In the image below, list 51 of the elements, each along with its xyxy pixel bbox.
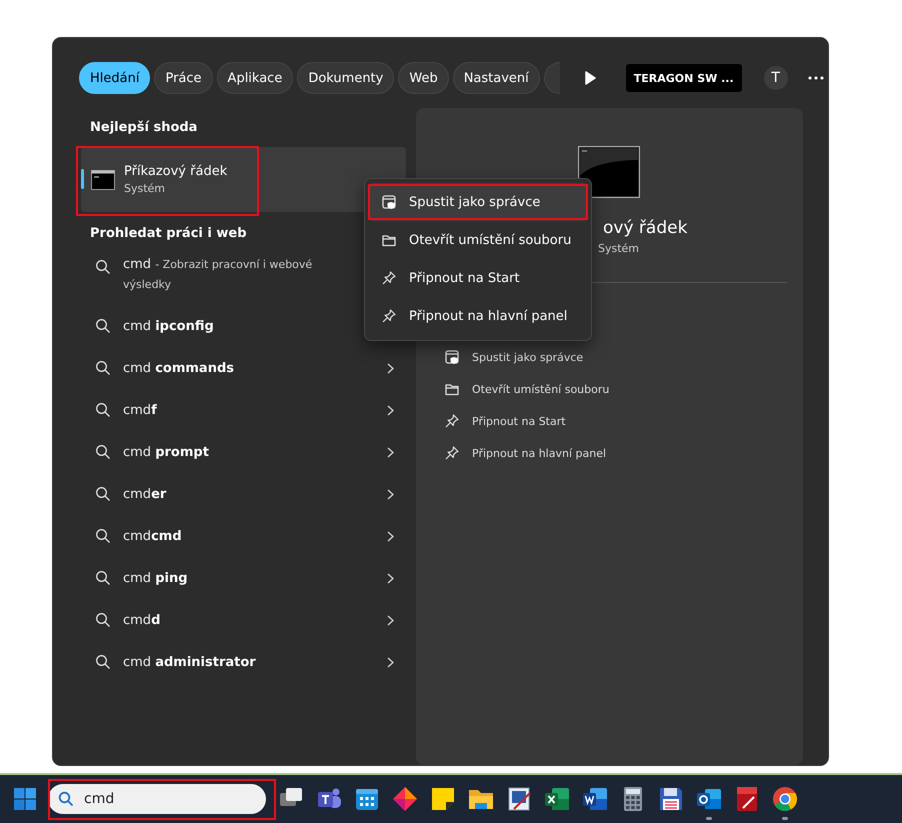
- search-icon: [95, 654, 111, 670]
- search-icon: [95, 444, 111, 460]
- search-icon: [95, 318, 111, 334]
- menu-item[interactable]: Připnout na hlavní panel: [369, 297, 587, 335]
- search-suggestion[interactable]: cmdcmd: [53, 515, 416, 557]
- action-item[interactable]: Připnout na Start: [416, 405, 803, 437]
- action-item[interactable]: Připnout na hlavní panel: [416, 437, 803, 469]
- search-icon: [95, 612, 111, 628]
- menu-item[interactable]: Otevřít umístění souboru: [369, 221, 587, 259]
- tab[interactable]: Práce: [154, 62, 213, 94]
- search-icon: [95, 486, 111, 502]
- action-item[interactable]: Spustit jako správce: [416, 341, 803, 373]
- search-icon: [58, 791, 74, 807]
- search-suggestion[interactable]: cmdd: [53, 599, 416, 641]
- search-icon: [95, 259, 111, 275]
- pin-icon: [444, 445, 460, 461]
- search-suggestion[interactable]: cmd administrator: [53, 641, 416, 683]
- search-suggestion[interactable]: cmd prompt: [53, 431, 416, 473]
- account-button[interactable]: TERAGON SW ...: [626, 64, 742, 92]
- tab[interactable]: Nastavení: [452, 62, 540, 94]
- pin-icon: [381, 270, 397, 286]
- terminal-icon: [91, 170, 115, 190]
- tab[interactable]: Hledání: [79, 62, 150, 94]
- search-icon: [95, 360, 111, 376]
- search-suggestion[interactable]: cmdf: [53, 389, 416, 431]
- best-match-item[interactable]: Příkazový řádek Systém: [81, 147, 406, 212]
- search-icon: [95, 528, 111, 544]
- pin-icon: [381, 308, 397, 324]
- shield-window-icon: [381, 194, 397, 210]
- play-icon: [584, 71, 596, 85]
- tab[interactable]: Aplikace: [216, 62, 294, 94]
- start-button[interactable]: [14, 788, 36, 810]
- browser-icon[interactable]: [770, 784, 800, 814]
- search-suggestion[interactable]: cmder: [53, 473, 416, 515]
- section-heading: Prohledat práci i web: [89, 226, 247, 241]
- search-field[interactable]: cmd: [48, 784, 266, 814]
- tab[interactable]: Dokumenty: [297, 62, 394, 94]
- app-category: Systém: [598, 242, 640, 255]
- app-title: ový řádek: [603, 218, 688, 238]
- action-item[interactable]: Otevřít umístění souboru: [416, 373, 803, 405]
- pin-icon: [444, 413, 460, 429]
- shield-window-icon: [444, 349, 460, 365]
- tab[interactable]: Web: [398, 62, 449, 94]
- menu-item[interactable]: Připnout na Start: [369, 259, 587, 297]
- more-icon[interactable]: [808, 76, 824, 80]
- search-suggestion[interactable]: cmd commands: [53, 347, 416, 389]
- search-icon: [95, 402, 111, 418]
- section-heading: Nejlepší shoda: [89, 120, 198, 135]
- avatar[interactable]: T: [764, 66, 788, 90]
- search-icon: [95, 570, 111, 586]
- search-suggestion[interactable]: cmd ping: [53, 557, 416, 599]
